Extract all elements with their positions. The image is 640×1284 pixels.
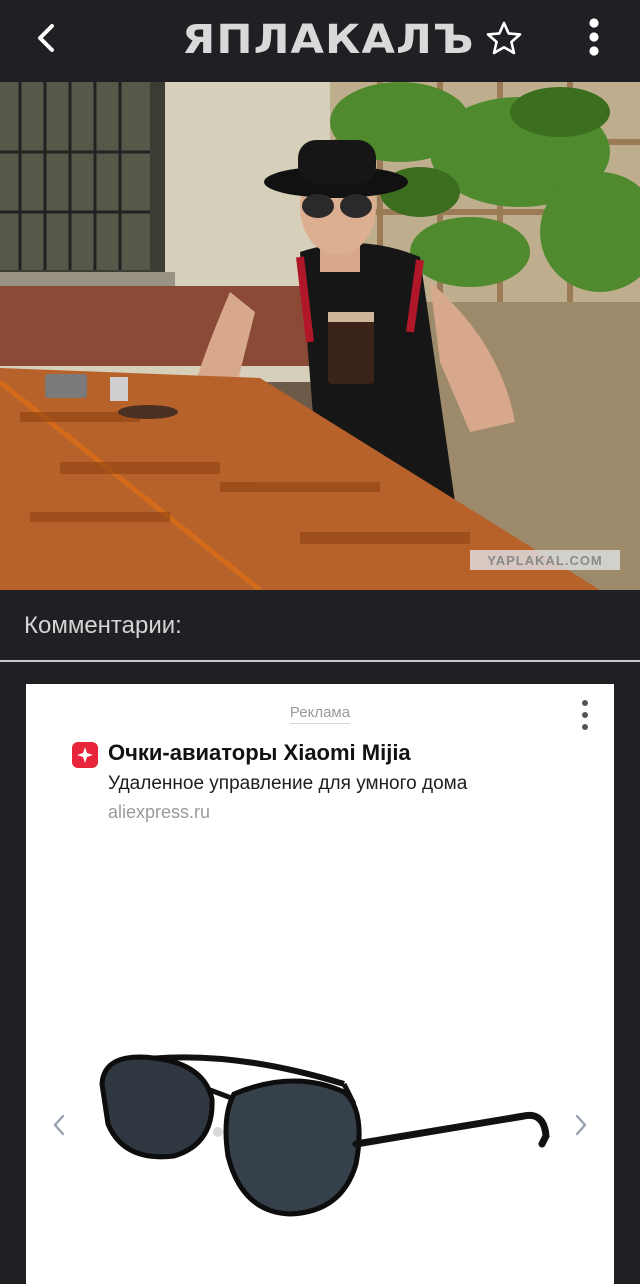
sunglasses-product-image[interactable] xyxy=(94,1044,554,1244)
favorite-button[interactable] xyxy=(482,16,526,60)
chevron-left-icon xyxy=(53,1114,65,1136)
chevron-left-icon xyxy=(38,24,54,52)
ad-domain[interactable]: aliexpress.ru xyxy=(108,802,210,823)
photo-watermark: YAPLAKAL.COM xyxy=(470,550,620,570)
back-button[interactable] xyxy=(26,16,66,60)
comments-section-header: Комментарии: xyxy=(0,592,640,662)
star-outline-icon xyxy=(486,21,522,55)
chevron-right-icon xyxy=(575,1114,587,1136)
ad-title[interactable]: Очки-авиаторы Xiaomi Mijia xyxy=(108,740,411,766)
more-vertical-icon xyxy=(589,18,599,56)
ad-card[interactable]: Реклама Очки-авиаторы Xiaomi Mijia Удале… xyxy=(26,684,614,1284)
ad-subtitle: Удаленное управление для умного дома xyxy=(108,773,468,794)
more-vertical-icon xyxy=(582,700,588,730)
ad-options-button[interactable] xyxy=(574,698,596,732)
carousel-next-button[interactable] xyxy=(568,1108,594,1142)
more-options-button[interactable] xyxy=(574,14,614,60)
star-badge-icon xyxy=(77,747,93,763)
top-app-bar: ЯПЛАКАЛЪ xyxy=(0,0,640,80)
logo-text: ЯПЛАКАЛЪ xyxy=(182,17,475,63)
carousel-prev-button[interactable] xyxy=(46,1108,72,1142)
photo-illustration xyxy=(0,82,640,590)
post-photo[interactable]: YAPLAKAL.COM xyxy=(0,82,640,590)
site-logo[interactable]: ЯПЛАКАЛЪ xyxy=(182,8,474,72)
aliexpress-logo-icon xyxy=(72,742,98,768)
ad-label: Реклама xyxy=(289,704,351,724)
ad-label-wrapper: Реклама xyxy=(26,704,614,724)
comments-title: Комментарии: xyxy=(24,612,182,639)
